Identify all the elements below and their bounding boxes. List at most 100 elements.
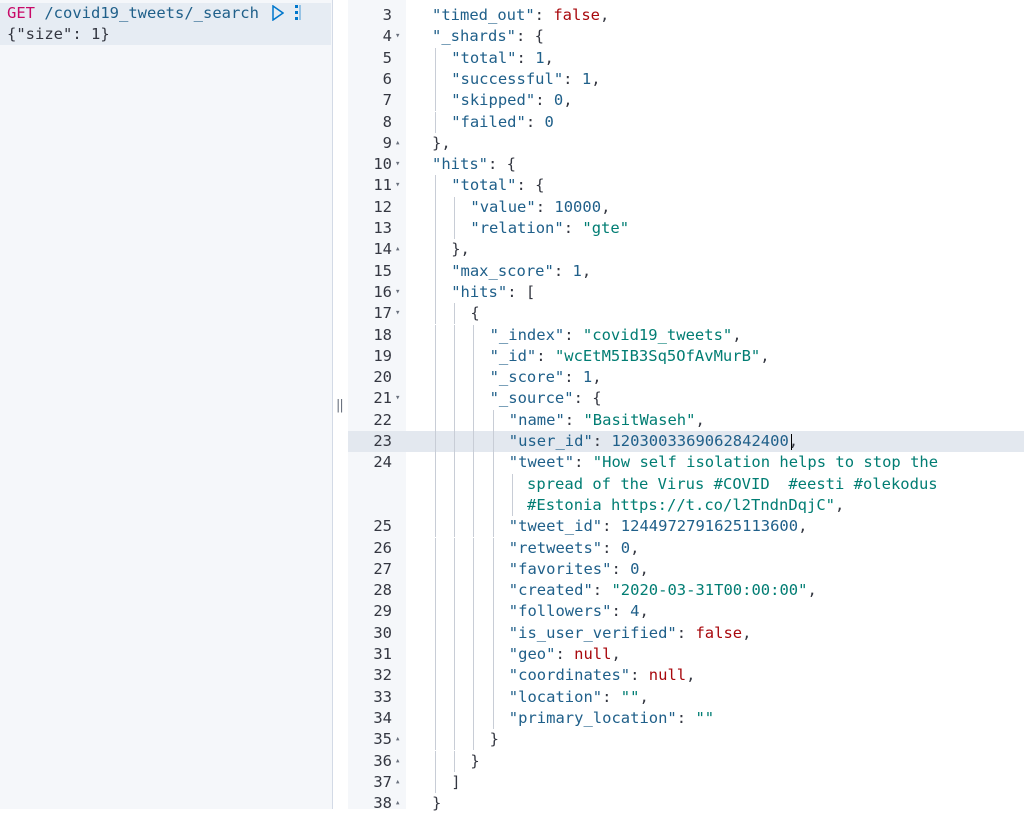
indent-guide	[473, 686, 475, 708]
fold-collapse-icon[interactable]: ▾	[395, 26, 400, 47]
indent-guide	[492, 665, 494, 687]
fold-expand-icon[interactable]: ▴	[395, 239, 400, 260]
text-cursor	[791, 434, 792, 450]
indent-guide	[492, 452, 494, 474]
token: ,	[834, 495, 845, 514]
indent-guide	[435, 281, 436, 304]
line-text: "relation": "gte"	[470, 218, 629, 239]
line-text: "total": 1,	[451, 48, 554, 69]
token: ,	[544, 48, 554, 67]
indent-guide	[435, 260, 436, 282]
line-text: },	[432, 133, 451, 154]
fold-expand-icon[interactable]: ▴	[395, 751, 400, 772]
fold-collapse-icon[interactable]: ▾	[395, 282, 400, 303]
response-line: 18 "_index": "covid19_tweets",	[348, 324, 1024, 346]
request-editor-pane[interactable]: GET /covid19_tweets/_search {"size": 1}	[0, 0, 333, 809]
line-number: 36	[373, 751, 392, 770]
more-actions-icon[interactable]	[294, 4, 302, 21]
request-body-line[interactable]: {"size": 1}	[0, 24, 331, 45]
line-text: "total": {	[451, 175, 544, 196]
token: }	[489, 730, 499, 749]
token: "primary_location"	[508, 708, 677, 727]
response-viewer[interactable]: 3 "timed_out": false, 4 ▾ "_shards": {5 "tota…	[348, 0, 1024, 812]
fold-collapse-icon[interactable]: ▾	[395, 388, 400, 409]
token: :	[564, 410, 584, 429]
token: 1	[572, 261, 582, 280]
indent-guide	[435, 729, 436, 751]
response-line: 32 "coordinates": null,	[348, 665, 1024, 687]
response-line: 15 "max_score": 1,	[348, 260, 1024, 282]
indent-guide	[454, 665, 456, 687]
line-number: 3	[382, 6, 392, 24]
response-line: 22 "name": "BasitWaseh",	[348, 409, 1024, 431]
line-text: "_score": 1,	[490, 367, 602, 388]
line-number: 34	[373, 708, 392, 727]
fold-expand-icon[interactable]: ▴	[395, 793, 400, 814]
response-line: 11 ▾ "total": {	[348, 175, 1024, 197]
indent-guide	[435, 473, 436, 495]
indent-guide	[454, 431, 456, 453]
line-text: }	[490, 729, 499, 750]
fold-expand-icon[interactable]: ▴	[395, 772, 400, 793]
token: :	[564, 368, 583, 387]
indent-guide	[454, 218, 456, 240]
indent-guide	[435, 516, 436, 538]
token: 1	[535, 48, 545, 67]
line-number: 4	[382, 27, 392, 46]
indent-guide	[435, 324, 436, 346]
response-line: spread of the Virus #COVID #eesti #oleko…	[348, 473, 1024, 495]
token: 0	[553, 91, 564, 110]
indent-guide	[473, 537, 475, 559]
token: "created"	[508, 581, 593, 600]
line-number: 38	[373, 794, 392, 813]
token: 10000	[554, 197, 602, 216]
request-path: /covid19_tweets/_search	[44, 4, 259, 22]
run-request-icon[interactable]	[272, 5, 284, 21]
token: "total"	[451, 48, 517, 67]
indent-guide	[492, 580, 494, 602]
fold-collapse-icon[interactable]: ▾	[395, 154, 400, 175]
token: "failed"	[451, 112, 526, 131]
token: : {	[516, 27, 544, 46]
token: "2020-03-31T00:00:00"	[611, 581, 808, 600]
indent-guide	[492, 516, 494, 538]
indent-guide	[473, 516, 475, 538]
token: :	[564, 325, 583, 344]
line-number: 13	[373, 219, 392, 237]
token: :	[535, 91, 554, 110]
response-line: 14 ▴},	[348, 239, 1024, 261]
line-text: "name": "BasitWaseh",	[509, 410, 705, 431]
indent-guide	[454, 686, 456, 708]
response-line: 9 ▴},	[348, 133, 1024, 154]
response-line: 4 ▾ "_shards": {	[348, 26, 1024, 47]
indent-guide	[454, 367, 456, 389]
token: ""	[620, 687, 640, 706]
token: "tweet_id"	[508, 517, 603, 536]
response-line: 13 "relation": "gte"	[348, 218, 1024, 240]
indent-guide	[454, 601, 456, 623]
response-line: 21 ▾ "_source": {	[348, 388, 1024, 410]
response-line: 5 "total": 1,	[348, 47, 1024, 69]
fold-collapse-icon[interactable]: ▾	[395, 303, 400, 324]
pane-resize-handle[interactable]: ||	[336, 398, 344, 413]
indent-guide	[435, 558, 436, 581]
fold-collapse-icon[interactable]: ▾	[395, 175, 400, 196]
fold-expand-icon[interactable]: ▴	[395, 729, 400, 750]
line-text: }	[432, 793, 441, 814]
token: ""	[695, 708, 715, 727]
indent-guide	[435, 218, 436, 240]
token: ,	[630, 538, 640, 557]
indent-guide	[473, 452, 475, 474]
response-line: 24 "tweet": "How self isolation helps to …	[348, 452, 1024, 474]
indent-guide	[473, 601, 475, 623]
token: ,	[686, 666, 696, 685]
fold-expand-icon[interactable]: ▴	[395, 133, 400, 154]
indent-guide	[492, 622, 494, 644]
token: #Estonia https://t.co/l2TndnDqjC"	[527, 495, 835, 514]
token: ,	[798, 517, 808, 536]
indent-guide	[454, 558, 456, 581]
response-line: 30 "is_user_verified": false,	[348, 622, 1024, 644]
indent-guide	[492, 494, 494, 517]
token: "successful"	[451, 69, 564, 88]
line-text: "_id": "wcEtM5IB3Sq5OfAvMurB",	[490, 346, 770, 367]
